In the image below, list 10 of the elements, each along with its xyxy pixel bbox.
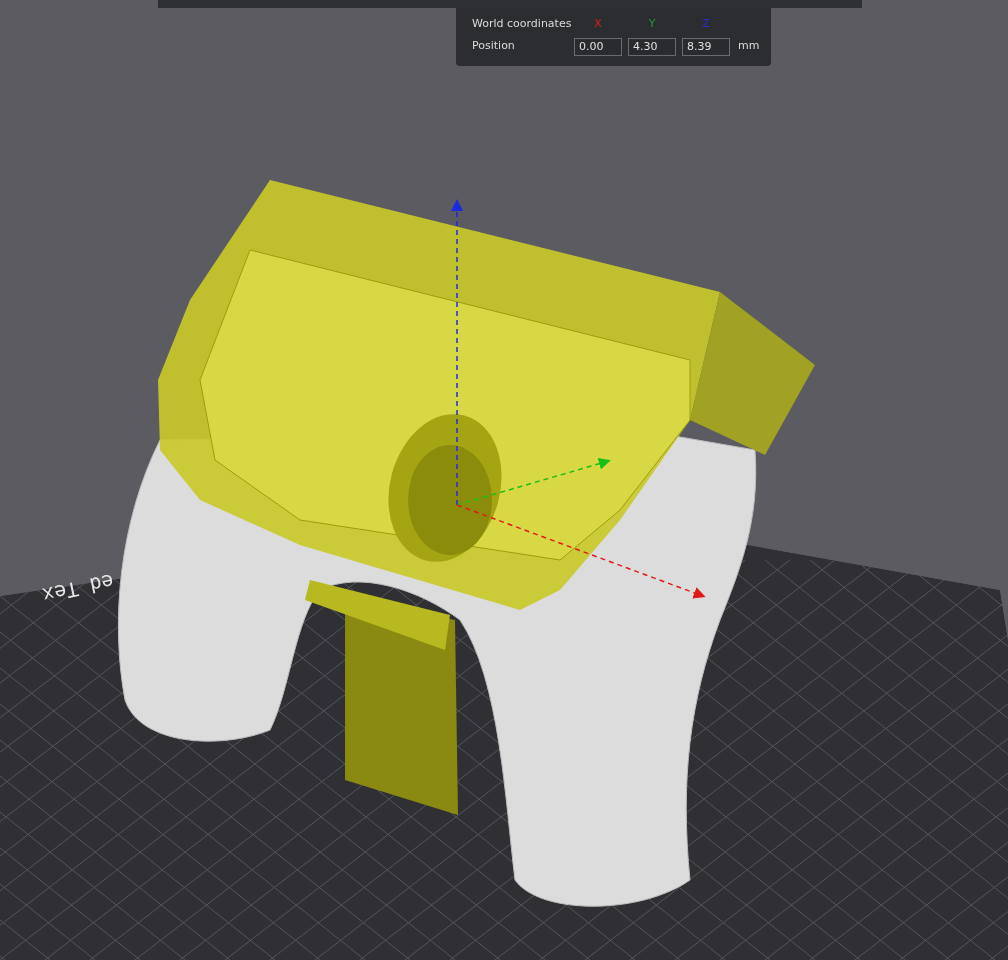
position-label: Position [472, 38, 516, 55]
unit-label: mm [737, 38, 760, 55]
coordinate-field[interactable]: 0.00 [574, 37, 622, 56]
bed-label: ed Tex [40, 569, 116, 608]
coordinate-field[interactable]: 4.30 [628, 37, 676, 56]
panel-title: World coordinates [472, 16, 573, 32]
coordinate-field[interactable]: 8.39 [682, 37, 730, 56]
axis-label: X [593, 16, 603, 32]
axis-label: Z [701, 16, 711, 32]
axis-label: Y [647, 16, 657, 32]
